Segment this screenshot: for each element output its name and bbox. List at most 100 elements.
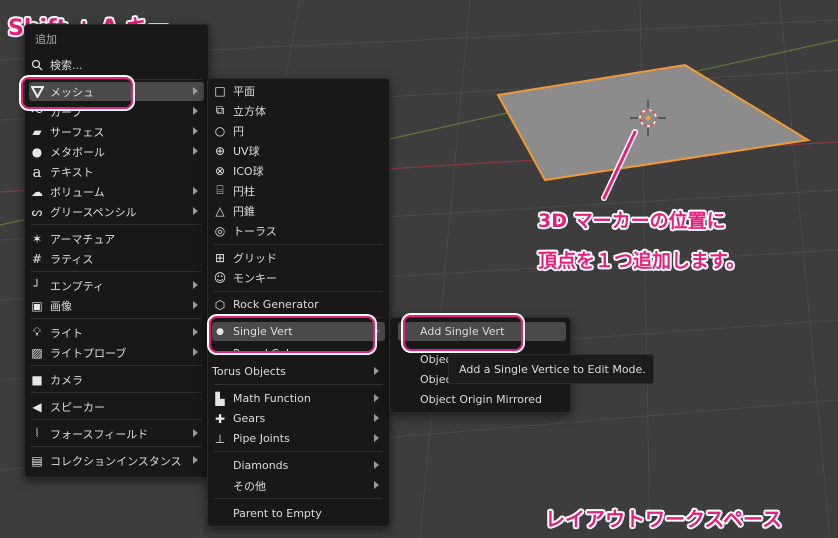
mesh-item-torus[interactable]: ◎ トーラス <box>212 221 385 240</box>
selected-plane[interactable] <box>496 63 811 182</box>
single-vert-highlight-ring <box>209 316 375 353</box>
mesh-item-math-function[interactable]: ▙ Math Function <box>212 389 385 408</box>
mesh-item-parent-to-empty[interactable]: Parent to Empty <box>218 504 385 523</box>
add-menu-item-light[interactable]: 💡︎ ライト <box>29 323 204 342</box>
single-vert-item-object-origin-mirrored[interactable]: Object Origin Mirrored <box>420 390 566 409</box>
mesh-item-rock-generator[interactable]: ⬡ Rock Generator <box>212 295 385 314</box>
submenu-arrow-icon <box>374 481 379 489</box>
add-menu-item-grease-pencil[interactable]: ᔕ グリースペンシル <box>29 202 204 221</box>
add-menu-item-label: アーマチュア <box>50 232 116 246</box>
submenu-arrow-icon <box>193 328 198 336</box>
tooltip-text: Add a Single Vertice to Edit Mode. <box>459 362 646 376</box>
add-menu-item-label: ボリューム <box>50 185 105 199</box>
cone-icon: △ <box>215 203 225 218</box>
add-menu-item-lattice[interactable]: # ラティス <box>29 249 204 268</box>
submenu-arrow-icon <box>374 367 379 375</box>
mesh-item-label: 円 <box>233 124 244 138</box>
separator <box>31 271 202 272</box>
mesh-item-label: UV球 <box>233 144 260 158</box>
add-menu-item-text[interactable]: a テキスト <box>29 162 204 181</box>
mesh-item-label: グリッド <box>233 251 277 265</box>
mesh-item-cylinder[interactable]: ⌸ 円柱 <box>212 181 385 200</box>
mesh-item-ico-sphere[interactable]: ⊗ ICO球 <box>212 161 385 180</box>
text-icon: a <box>32 162 42 181</box>
mesh-item-diamonds[interactable]: Diamonds <box>218 456 385 475</box>
separator <box>31 365 202 366</box>
mesh-item-label: 立方体 <box>233 104 266 118</box>
submenu-arrow-icon <box>374 461 379 469</box>
separator <box>214 498 383 499</box>
submenu-arrow-icon <box>193 147 198 155</box>
add-menu-item-empty[interactable]: ┘ エンプティ <box>29 276 204 295</box>
volume-icon: ☁ <box>31 184 43 199</box>
add-menu-item-label: フォースフィールド <box>50 427 149 441</box>
force-field-icon: ⦚ <box>35 426 39 440</box>
single-vert-item-object-origin[interactable]: Object Origin <box>420 370 449 389</box>
mesh-item-label: Diamonds <box>233 459 289 472</box>
add-menu-item-image[interactable]: ▣ 画像 <box>29 296 204 315</box>
mesh-submenu: □ 平面 ⧉ 立方体 ○ 円 ⊕ UV球 ⊗ ICO球 ⌸ 円柱 △ 円錐 ◎ … <box>207 78 390 527</box>
mesh-item-label: 平面 <box>233 84 255 98</box>
mesh-item-gears[interactable]: ✚ Gears <box>212 409 385 428</box>
collection-icon: ▤ <box>31 453 43 468</box>
add-menu-item-label: メタボール <box>50 145 105 159</box>
add-menu-item-label: ラティス <box>50 252 94 266</box>
mesh-item-label: Gears <box>233 412 266 425</box>
add-menu-item-label: カメラ <box>50 373 83 387</box>
separator <box>31 419 202 420</box>
uv-sphere-icon: ⊕ <box>214 143 226 158</box>
mesh-item-label: Math Function <box>233 392 311 405</box>
separator <box>214 451 383 452</box>
add-menu-item-light-probe[interactable]: ▨ ライトプローブ <box>29 343 204 362</box>
mesh-item-uv-sphere[interactable]: ⊕ UV球 <box>212 141 385 160</box>
circle-icon: ○ <box>214 123 226 138</box>
pipe-icon: ⊥ <box>214 431 226 446</box>
mesh-item-cube[interactable]: ⧉ 立方体 <box>212 101 385 120</box>
grease-pencil-icon: ᔕ <box>31 204 43 219</box>
submenu-arrow-icon <box>193 348 198 356</box>
workspace-note: レイアウトワークスペース <box>545 507 782 531</box>
add-menu-item-label: ライトプローブ <box>50 346 127 360</box>
plane-icon: □ <box>214 83 226 98</box>
separator <box>31 224 202 225</box>
separator <box>31 392 202 393</box>
mesh-item-label: Parent to Empty <box>233 507 322 520</box>
light-probe-icon: ▨ <box>31 345 43 360</box>
separator <box>31 446 202 447</box>
add-menu-item-volume[interactable]: ☁ ボリューム <box>29 182 204 201</box>
separator <box>214 291 383 292</box>
mesh-item-pipe-joints[interactable]: ⊥ Pipe Joints <box>212 429 385 448</box>
submenu-arrow-icon <box>193 207 198 215</box>
submenu-arrow-icon <box>374 434 379 442</box>
light-icon: 💡︎ <box>32 325 42 339</box>
add-menu-item-surface[interactable]: ▰ サーフェス <box>29 122 204 141</box>
single-vert-item-label: Object Origin <box>420 373 449 386</box>
mesh-item-monkey[interactable]: ☺ モンキー <box>212 268 385 287</box>
mesh-item-other[interactable]: その他 <box>218 476 385 495</box>
metaball-icon: ● <box>31 144 43 159</box>
mesh-item-label: Pipe Joints <box>233 432 290 445</box>
mesh-item-label: Torus Objects <box>212 365 286 378</box>
submenu-arrow-icon <box>374 414 379 422</box>
mesh-item-plane[interactable]: □ 平面 <box>212 81 385 100</box>
add-menu-item-camera[interactable]: ■ カメラ <box>29 370 204 389</box>
math-icon: ▙ <box>215 391 225 406</box>
separator <box>214 384 383 385</box>
mesh-item-grid[interactable]: ⊞ グリッド <box>212 248 385 267</box>
mesh-item-cone[interactable]: △ 円錐 <box>212 201 385 220</box>
add-menu-item-label: スピーカー <box>50 400 105 414</box>
add-menu-item-force-field[interactable]: ⦚ フォースフィールド <box>29 424 204 443</box>
add-menu-item-speaker[interactable]: ◀︎ スピーカー <box>29 397 204 416</box>
add-menu-item-armature[interactable]: ✶ アーマチュア <box>29 229 204 248</box>
add-menu-item-metaball[interactable]: ● メタボール <box>29 142 204 161</box>
add-menu-search[interactable]: 検索... <box>29 55 204 74</box>
mesh-item-circle[interactable]: ○ 円 <box>212 121 385 140</box>
torus-icon: ◎ <box>214 223 226 238</box>
submenu-arrow-icon <box>193 281 198 289</box>
add-menu-item-collection-instance[interactable]: ▤ コレクションインスタンス <box>29 451 204 470</box>
mesh-item-torus-objects[interactable]: Torus Objects <box>212 362 385 381</box>
image-icon: ▣ <box>31 298 43 313</box>
submenu-arrow-icon <box>374 394 379 402</box>
surface-icon: ▰ <box>32 124 42 139</box>
separator <box>214 244 383 245</box>
